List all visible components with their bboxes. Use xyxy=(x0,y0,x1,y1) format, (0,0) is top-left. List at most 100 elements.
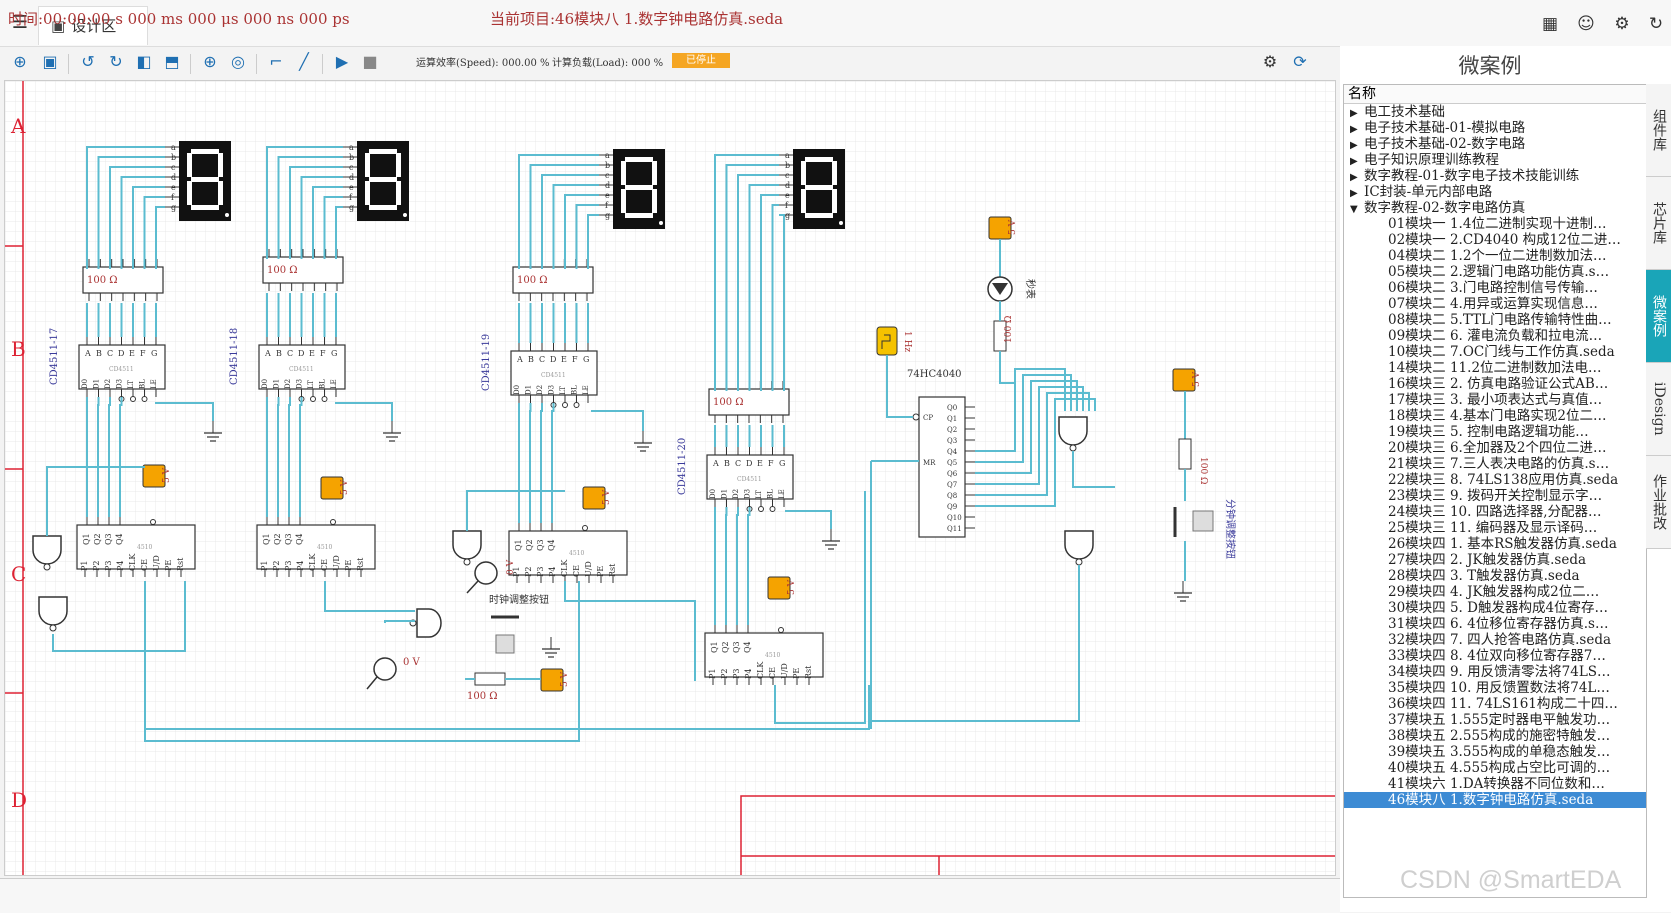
tree-item[interactable]: 24模块三 10. 四路选择器,分配器… xyxy=(1344,504,1646,520)
tree-item[interactable]: 25模块三 11. 编码器及显示译码… xyxy=(1344,520,1646,536)
tree-item[interactable]: 34模块四 9. 用反馈清零法将74LS… xyxy=(1344,664,1646,680)
tree-folder[interactable]: ▶ 电子知识原理训练教程 xyxy=(1344,152,1646,168)
tree-folder[interactable]: ▶ 数字教程-01-数字电子技术技能训练 xyxy=(1344,168,1646,184)
pin-label: LE xyxy=(330,379,338,389)
tree-item[interactable]: 20模块三 6.全加器及2个四位二进… xyxy=(1344,440,1646,456)
segment xyxy=(191,205,219,210)
tree-item[interactable]: 10模块二 7.OC门线与工作仿真.seda xyxy=(1344,344,1646,360)
vtab-3[interactable]: iDesign xyxy=(1646,363,1671,456)
zoom-fit-icon[interactable]: ◎ xyxy=(226,50,250,74)
vtab-4[interactable]: 作业批改 xyxy=(1646,456,1671,549)
tree-item[interactable]: 02模块一 2.CD4040 构成12位二进… xyxy=(1344,232,1646,248)
expanded-arrow-icon[interactable]: ▼ xyxy=(1350,202,1364,216)
tree-item[interactable]: 31模块四 6. 4位移位寄存器仿真.s… xyxy=(1344,616,1646,632)
tree-item[interactable]: 08模块二 5.TTL门电路传输特性曲… xyxy=(1344,312,1646,328)
nand-gate-2 xyxy=(38,596,68,626)
tree-folder[interactable]: ▶ 电子技术基础-02-数字电路 xyxy=(1344,136,1646,152)
segment xyxy=(801,189,806,213)
pin-label: Q3 xyxy=(732,641,741,653)
pin-label: Q1 xyxy=(514,539,523,551)
pin-label: Rst xyxy=(804,665,813,679)
collapsed-arrow-icon[interactable]: ▶ xyxy=(1350,106,1364,120)
tree-item[interactable]: 32模块四 7. 四人抢答电路仿真.seda xyxy=(1344,632,1646,648)
tree-folder-label: 数字教程-01-数字电子技术技能训练 xyxy=(1364,168,1580,184)
building-icon[interactable]: ▦ xyxy=(1538,12,1562,36)
vtab-2[interactable]: 微案例 xyxy=(1646,270,1671,363)
tree-folder[interactable]: ▶ IC封装-单元内部电路 xyxy=(1344,184,1646,200)
tree-item[interactable]: 04模块二 1.2个一位二进制数加法… xyxy=(1344,248,1646,264)
collapsed-arrow-icon[interactable]: ▶ xyxy=(1350,138,1364,152)
pin-label: B xyxy=(276,349,282,358)
pin-label: Q2 xyxy=(93,533,102,545)
tree-item[interactable]: 06模块二 3.门电路控制信号传输… xyxy=(1344,280,1646,296)
tree-folder[interactable]: ▼ 数字教程-02-数字电路仿真 xyxy=(1344,200,1646,216)
save-icon[interactable]: ▣ xyxy=(38,50,62,74)
refresh-icon[interactable]: ⟳ xyxy=(1288,50,1312,74)
tree-item[interactable]: 07模块二 4.用异或运算实现信息… xyxy=(1344,296,1646,312)
logout-icon[interactable]: ↻ xyxy=(1644,12,1668,36)
tree-item[interactable]: 38模块五 2.555构成的施密特触发… xyxy=(1344,728,1646,744)
tree-item[interactable]: 09模块二 6. 灌电流负载和拉电流… xyxy=(1344,328,1646,344)
vtab-0[interactable]: 组件库 xyxy=(1646,84,1671,177)
tree-item[interactable]: 19模块三 5. 控制电路逻辑功能… xyxy=(1344,424,1646,440)
tree-item[interactable]: 18模块三 4.基本门电路实现2位二… xyxy=(1344,408,1646,424)
collapsed-arrow-icon[interactable]: ▶ xyxy=(1350,186,1364,200)
divider xyxy=(322,54,323,74)
collapsed-arrow-icon[interactable]: ▶ xyxy=(1350,122,1364,136)
chip-label: CD4511-19 xyxy=(481,334,492,391)
tree-item[interactable]: 39模块五 3.555构成的单稳态触发… xyxy=(1344,744,1646,760)
design-canvas[interactable]: ABCD abcdefg100 ΩABCDEFGCD4511D0D1D2D3LT… xyxy=(4,80,1336,876)
tree-item[interactable]: 29模块四 4. JK触发器构成2位二… xyxy=(1344,584,1646,600)
chip-label: CD4511-20 xyxy=(677,438,688,495)
zoom-in-icon[interactable]: ⊕ xyxy=(198,50,222,74)
line-icon[interactable]: ╱ xyxy=(292,50,316,74)
tree-folder[interactable]: ▶ 电子技术基础-01-模拟电路 xyxy=(1344,120,1646,136)
tree-item[interactable]: 41模块六 1.DA转换器不同位数和… xyxy=(1344,776,1646,792)
segment xyxy=(365,153,370,177)
tree-item[interactable]: 16模块三 2. 仿真电路验证公式AB… xyxy=(1344,376,1646,392)
settings-icon[interactable]: ⚙ xyxy=(1610,12,1634,36)
tree-item[interactable]: 40模块五 4.555构成占空比可调的… xyxy=(1344,760,1646,776)
tree-item[interactable]: 01模块一 1.4位二进制实现十进制… xyxy=(1344,216,1646,232)
tree-item[interactable]: 33模块四 8. 4位双向移位寄存器7… xyxy=(1344,648,1646,664)
user-icon[interactable]: ☺ xyxy=(1574,12,1598,36)
tree-item[interactable]: 35模块四 10. 用反馈置数法将74L… xyxy=(1344,680,1646,696)
rotate-left-icon[interactable]: ↺ xyxy=(76,50,100,74)
chip-name: 4510 xyxy=(569,550,584,557)
segment xyxy=(187,153,192,177)
tree-item[interactable]: 26模块四 1. 基本RS触发器仿真.seda xyxy=(1344,536,1646,552)
pin-label: D0 xyxy=(513,385,521,395)
vtab-1[interactable]: 芯片库 xyxy=(1646,177,1671,270)
tree-item[interactable]: 46模块八 1.数字钟电路仿真.seda xyxy=(1344,792,1646,808)
chip-name: 4510 xyxy=(317,544,332,551)
collapsed-arrow-icon[interactable]: ▶ xyxy=(1350,170,1364,184)
pin-bubble xyxy=(769,506,776,512)
pin-label: MR xyxy=(923,459,936,467)
tree-item[interactable]: 27模块四 2. JK触发器仿真.seda xyxy=(1344,552,1646,568)
pin-label: Q4 xyxy=(547,539,556,551)
tree-item[interactable]: 05模块二 2.逻辑门电路功能仿真.s… xyxy=(1344,264,1646,280)
new-file-icon[interactable]: ⊕ xyxy=(8,50,32,74)
flip-vertical-icon[interactable]: ⬒ xyxy=(160,50,184,74)
tree-item[interactable]: 14模块二 11.2位二进制数加法电… xyxy=(1344,360,1646,376)
tree-item[interactable]: 36模块四 11. 74LS161构成二十四… xyxy=(1344,696,1646,712)
gear-icon[interactable]: ⚙ xyxy=(1258,50,1282,74)
watermark: CSDN @SmartEDA xyxy=(1400,866,1622,894)
tree-folder[interactable]: ▶ 电工技术基础 xyxy=(1344,104,1646,120)
resistor-value: 100 Ω xyxy=(517,275,548,286)
tree-item[interactable]: 28模块四 3. T触发器仿真.seda xyxy=(1344,568,1646,584)
wire-icon[interactable]: ⌐ xyxy=(264,50,288,74)
stop-icon[interactable]: ■ xyxy=(358,50,382,74)
collapsed-arrow-icon[interactable]: ▶ xyxy=(1350,154,1364,168)
flip-horizontal-icon[interactable]: ◧ xyxy=(132,50,156,74)
tree-item[interactable]: 21模块三 7.三人表决电路的仿真.s… xyxy=(1344,456,1646,472)
pin-label: U/D xyxy=(584,561,593,577)
tree-item[interactable]: 22模块三 8. 74LS138应用仿真.seda xyxy=(1344,472,1646,488)
rotate-right-icon[interactable]: ↻ xyxy=(104,50,128,74)
tree-item[interactable]: 17模块三 3. 最小项表达式与真值… xyxy=(1344,392,1646,408)
pin-bubble xyxy=(321,396,328,402)
tree-item[interactable]: 37模块五 1.555定时器电平触发功… xyxy=(1344,712,1646,728)
tree-item[interactable]: 23模块三 9. 拨码开关控制显示字… xyxy=(1344,488,1646,504)
play-icon[interactable]: ▶ xyxy=(330,50,354,74)
tree-item[interactable]: 30模块四 5. D触发器构成4位寄存… xyxy=(1344,600,1646,616)
